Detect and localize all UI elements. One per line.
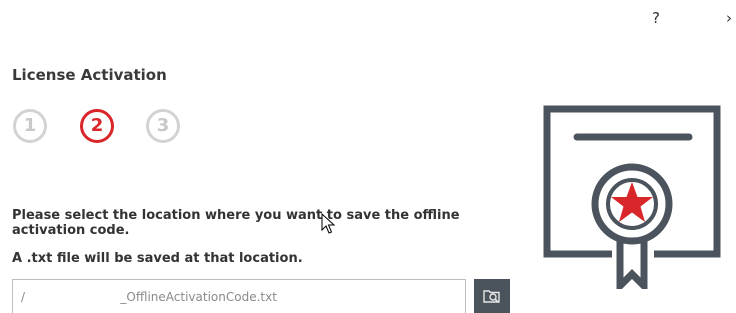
certificate-icon	[543, 105, 721, 289]
help-button[interactable]: ?	[652, 9, 660, 27]
mouse-cursor-icon	[321, 213, 335, 234]
close-button[interactable]: ›	[726, 9, 732, 27]
file-note-text: A .txt file will be saved at that locati…	[12, 251, 303, 266]
browse-button[interactable]	[474, 279, 510, 313]
license-activation-page: ? › License Activation 1 2 3 Please sele…	[0, 0, 736, 313]
page-title: License Activation	[12, 66, 167, 84]
folder-search-icon	[483, 290, 500, 303]
step-2-indicator: 2	[80, 109, 114, 143]
save-location-field[interactable]: / _OfflineActivationCode.txt	[12, 279, 466, 313]
step-3-indicator: 3	[146, 109, 180, 143]
instructions-text: Please select the location where you wan…	[12, 208, 460, 238]
step-1-indicator: 1	[13, 109, 47, 143]
